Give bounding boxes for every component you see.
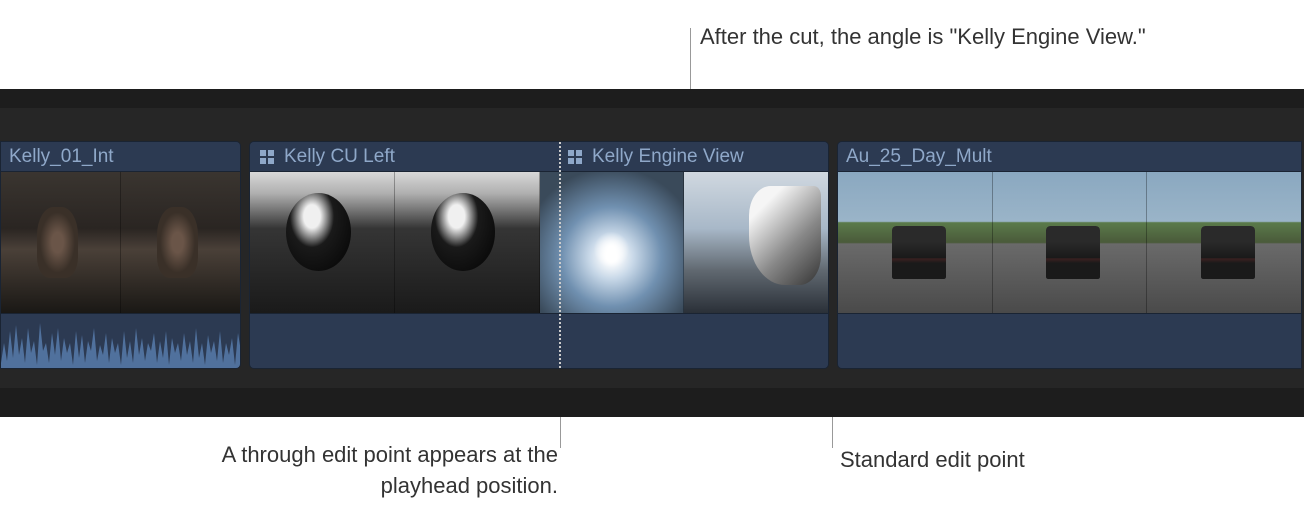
- clip-thumbnails: [1, 172, 240, 313]
- annotation-top: After the cut, the angle is "Kelly Engin…: [700, 22, 1146, 53]
- thumbnail: [1, 172, 121, 313]
- clip-au-25-day-mult[interactable]: Au_25_Day_Mult: [837, 141, 1302, 369]
- annotation-through-edit: A through edit point appears at the play…: [178, 440, 558, 502]
- clip-audio-waveform[interactable]: [838, 313, 1301, 368]
- thumbnail: [395, 172, 540, 313]
- thumbnail: [993, 172, 1148, 313]
- clip-audio-waveform[interactable]: [1, 313, 240, 368]
- thumbnail: [1147, 172, 1301, 313]
- multicam-angle-icon: [258, 148, 276, 166]
- clip-header[interactable]: Au_25_Day_Mult: [838, 142, 1301, 172]
- timeline-track-area[interactable]: Kelly_01_Int: [0, 108, 1304, 388]
- clip-kelly-cu-left[interactable]: Kelly CU Left: [249, 141, 829, 369]
- through-edit-point[interactable]: [559, 142, 561, 368]
- clip-name-label: Kelly_01_Int: [9, 146, 114, 168]
- clip-row: Kelly_01_Int: [0, 141, 1304, 369]
- clip-name-label: Au_25_Day_Mult: [846, 146, 992, 168]
- clip-thumbnails: [250, 172, 828, 313]
- clip-audio-waveform[interactable]: [250, 313, 828, 368]
- thumbnail: [684, 172, 828, 313]
- thumbnail: [838, 172, 993, 313]
- multicam-clip-group: Kelly CU Left: [249, 141, 829, 369]
- clip-gap: [829, 141, 837, 369]
- thumbnail: [540, 172, 685, 313]
- clip-header[interactable]: Kelly CU Left: [250, 142, 828, 172]
- clip-gap: [241, 141, 249, 369]
- thumbnail: [250, 172, 395, 313]
- waveform-icon: [1, 313, 241, 368]
- clip-name-label: Kelly CU Left: [284, 146, 395, 168]
- clip-kelly-01-int[interactable]: Kelly_01_Int: [0, 141, 241, 369]
- thumbnail: [121, 172, 240, 313]
- clip-thumbnails: [838, 172, 1301, 313]
- annotation-standard-edit: Standard edit point: [840, 445, 1025, 476]
- clip-header[interactable]: Kelly_01_Int: [1, 142, 240, 172]
- timeline[interactable]: Kelly_01_Int: [0, 89, 1304, 417]
